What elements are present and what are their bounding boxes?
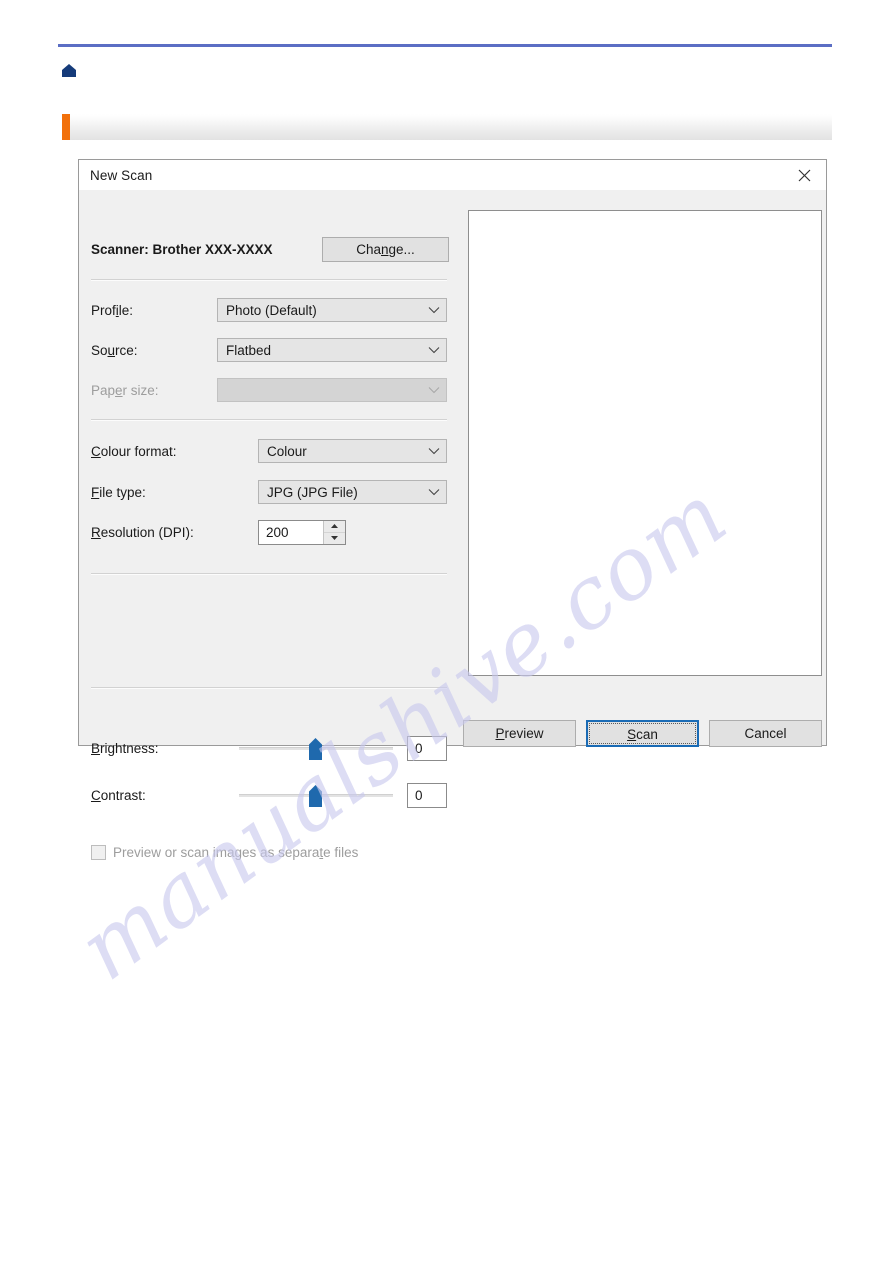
- brightness-slider[interactable]: [239, 735, 393, 761]
- chevron-down-icon: [428, 341, 440, 359]
- separate-files-label: Preview or scan images as separate files: [113, 845, 359, 860]
- file-type-select[interactable]: JPG (JPG File): [258, 480, 447, 504]
- dialog-titlebar: New Scan: [79, 160, 826, 190]
- source-select[interactable]: Flatbed: [217, 338, 447, 362]
- contrast-label: Contrast:: [91, 787, 146, 803]
- slider-thumb[interactable]: [308, 785, 323, 807]
- dialog-body: Scanner: Brother XXX-XXXX Change... Prof…: [79, 190, 826, 860]
- brightness-label: Brightness:: [91, 740, 159, 756]
- resolution-spin-buttons: [323, 520, 345, 544]
- brightness-value[interactable]: 0: [407, 735, 447, 761]
- colour-format-select[interactable]: Colour: [258, 439, 447, 463]
- file-type-row: File type: JPG (JPG File): [91, 480, 447, 504]
- resolution-label: Resolution (DPI):: [91, 524, 194, 540]
- dialog-button-bar: Preview Scan Cancel: [459, 720, 822, 748]
- brightness-row: Brightness: 0: [91, 735, 447, 761]
- scan-button[interactable]: Scan: [586, 720, 699, 747]
- preview-panel: Preview Scan Cancel: [459, 190, 826, 748]
- close-icon[interactable]: [782, 160, 826, 190]
- slider-thumb[interactable]: [308, 738, 323, 760]
- scanner-label: Scanner: Brother XXX-XXXX: [91, 242, 273, 257]
- new-scan-dialog: New Scan Scanner: Brother XXX-XXXX Chang…: [78, 159, 827, 860]
- page-header-rule: [58, 44, 832, 47]
- accent-bar-gradient: [70, 114, 832, 140]
- profile-value: Photo (Default): [226, 302, 317, 318]
- section-accent-bar: [62, 114, 832, 140]
- accent-bar-orange: [62, 114, 70, 140]
- paper-size-label: Paper size:: [91, 382, 159, 398]
- source-row: Source: Flatbed: [91, 338, 447, 362]
- home-icon[interactable]: [62, 64, 76, 77]
- contrast-row: Contrast: 0: [91, 782, 447, 808]
- divider: [91, 419, 447, 421]
- file-type-label: File type:: [91, 484, 146, 500]
- paper-size-select: [217, 378, 447, 402]
- settings-panel: Scanner: Brother XXX-XXXX Change... Prof…: [79, 190, 459, 860]
- chevron-down-icon: [428, 301, 440, 319]
- cancel-button[interactable]: Cancel: [709, 720, 822, 747]
- scan-preview-area[interactable]: [468, 210, 822, 676]
- resolution-row: Resolution (DPI): 200: [91, 519, 447, 545]
- resolution-stepper[interactable]: 200: [258, 519, 346, 545]
- chevron-down-icon: [428, 381, 440, 399]
- contrast-slider[interactable]: [239, 782, 393, 808]
- separate-files-checkbox: [91, 845, 106, 860]
- dialog-title: New Scan: [90, 167, 153, 183]
- spin-down-icon[interactable]: [324, 531, 345, 544]
- change-scanner-button[interactable]: Change...: [322, 237, 449, 262]
- scanner-row: Scanner: Brother XXX-XXXX Change...: [91, 237, 449, 262]
- colour-format-row: Colour format: Colour: [91, 439, 447, 463]
- colour-format-value: Colour: [267, 443, 307, 459]
- resolution-value: 200: [266, 524, 289, 540]
- divider: [91, 279, 447, 281]
- spin-up-icon[interactable]: [324, 520, 345, 532]
- profile-row: Profile: Photo (Default): [91, 298, 447, 322]
- separate-files-checkbox-row: Preview or scan images as separate files: [91, 845, 358, 860]
- paper-size-row: Paper size:: [91, 378, 447, 402]
- colour-format-label: Colour format:: [91, 443, 177, 459]
- divider: [91, 687, 447, 689]
- source-value: Flatbed: [226, 342, 272, 358]
- profile-label: Profile:: [91, 302, 134, 318]
- profile-select[interactable]: Photo (Default): [217, 298, 447, 322]
- contrast-value[interactable]: 0: [407, 782, 447, 808]
- chevron-down-icon: [428, 483, 440, 501]
- source-label: Source:: [91, 342, 138, 358]
- file-type-value: JPG (JPG File): [267, 484, 358, 500]
- preview-button[interactable]: Preview: [463, 720, 576, 747]
- divider: [91, 573, 447, 575]
- chevron-down-icon: [428, 442, 440, 460]
